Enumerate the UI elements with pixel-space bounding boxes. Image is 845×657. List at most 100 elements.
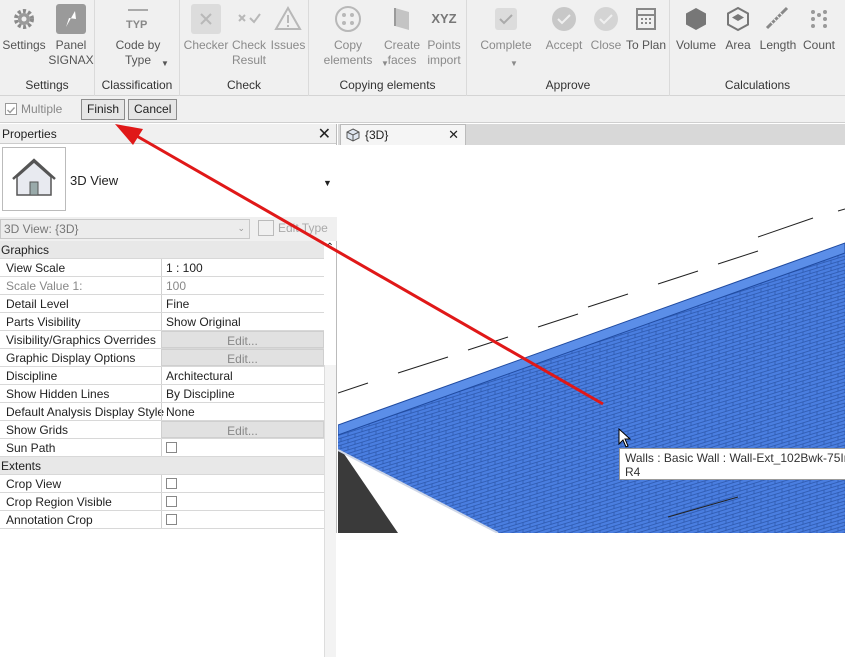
property-group-header[interactable]: Extents⌃: [0, 457, 334, 475]
edit-button[interactable]: Edit...: [161, 331, 324, 348]
chevron-down-icon: ▼: [161, 59, 169, 68]
length-button[interactable]: Length: [756, 4, 800, 53]
collapse-icon[interactable]: ⌃: [326, 242, 334, 253]
complete-button[interactable]: Complete ▼: [475, 4, 537, 68]
gear-icon: [9, 4, 39, 34]
property-row: Annotation Crop: [0, 511, 324, 529]
properties-title: Properties: [2, 127, 57, 141]
multiple-checkbox[interactable]: [5, 103, 17, 115]
property-row: Discipline Architectural: [0, 367, 324, 385]
group-label: Graphics: [1, 243, 50, 257]
view-instance-selector: 3D View: {3D} ⌄ Edit Type: [0, 217, 337, 241]
property-value[interactable]: Fine: [161, 295, 324, 312]
property-value[interactable]: 1 : 100: [161, 259, 324, 276]
properties-scrollbar[interactable]: [324, 365, 336, 657]
property-row: Parts Visibility Show Original: [0, 313, 324, 331]
property-value[interactable]: None: [161, 403, 324, 420]
checkbox-cell[interactable]: [161, 439, 324, 456]
property-label: Crop Region Visible: [6, 495, 112, 509]
settings-button[interactable]: Settings: [2, 4, 46, 53]
property-row: Default Analysis Display Style None: [0, 403, 324, 421]
property-label: Crop View: [6, 477, 62, 491]
typ-code-icon: TYP: [123, 4, 153, 34]
panel-check: Checker Check Result Issues Check: [180, 0, 309, 96]
property-value[interactable]: By Discipline: [161, 385, 324, 402]
property-row: View Scale 1 : 100: [0, 259, 324, 277]
properties-palette: Properties ✕ 3D View ▼ 3D View: {3D} ⌄ E…: [0, 124, 337, 657]
create-faces-button[interactable]: Create faces: [381, 4, 423, 68]
close-icon[interactable]: ✕: [448, 127, 459, 143]
property-label: View Scale: [6, 261, 66, 275]
panel-title-check: Check: [226, 78, 261, 92]
property-group-header[interactable]: Graphics ⌃: [0, 241, 334, 259]
edit-type-button[interactable]: Edit Type: [256, 219, 328, 239]
edit-button[interactable]: Edit...: [161, 349, 324, 366]
checkbox-cell[interactable]: [161, 475, 324, 492]
chevron-down-icon: ▼: [510, 59, 518, 68]
property-row: Detail Level Fine: [0, 295, 324, 313]
properties-header: Properties ✕: [0, 124, 336, 144]
property-label: Discipline: [6, 369, 58, 383]
to-plan-button[interactable]: To Plan: [625, 4, 667, 53]
copy-elements-button[interactable]: Copy elements ▼: [317, 4, 389, 68]
area-icon: [723, 4, 753, 34]
property-row: Crop View: [0, 475, 324, 493]
count-icon: [804, 4, 834, 34]
property-checkbox[interactable]: [166, 496, 177, 507]
property-label: Scale Value 1:: [6, 279, 83, 293]
property-row: Visibility/Graphics Overrides Edit...: [0, 331, 324, 349]
signax-panel-icon: [56, 4, 86, 34]
finish-button[interactable]: Finish: [81, 99, 126, 120]
close-icon[interactable]: ✕: [318, 124, 331, 144]
view-dropdown[interactable]: 3D View: {3D} ⌄: [0, 219, 250, 239]
points-import-button[interactable]: XYZ Points import: [423, 4, 465, 68]
element-tooltip: Walls : Basic Wall : Wall-Ext_102Bwk-75I…: [619, 448, 845, 480]
accept-button[interactable]: Accept: [541, 4, 587, 53]
checkbox-cell[interactable]: [161, 493, 324, 510]
volume-button[interactable]: Volume: [673, 4, 719, 53]
panel-classification: TYP Code by Type ▼ Classification: [95, 0, 180, 96]
volume-icon: [681, 4, 711, 34]
panel-settings: Settings Panel SIGNAX Settings: [0, 0, 95, 96]
view-tab-bar: {3D} ✕: [338, 124, 845, 145]
cancel-button[interactable]: Cancel: [128, 99, 178, 120]
property-checkbox[interactable]: [166, 478, 177, 489]
close-approve-icon: [591, 4, 621, 34]
panel-title-calculations: Calculations: [724, 78, 791, 92]
check-result-button[interactable]: Check Result: [228, 4, 270, 68]
property-value[interactable]: Architectural: [161, 367, 324, 384]
type-name: 3D View: [70, 173, 119, 188]
property-label: Default Analysis Display Style: [6, 405, 165, 419]
code-by-type-button[interactable]: TYP Code by Type ▼: [105, 4, 171, 68]
issues-button[interactable]: Issues: [268, 4, 308, 53]
property-row: Graphic Display Options Edit...: [0, 349, 324, 367]
copy-elements-icon: [333, 4, 363, 34]
area-button[interactable]: Area: [718, 4, 758, 53]
create-faces-icon: [387, 4, 417, 34]
mouse-cursor-icon: [618, 428, 632, 448]
property-checkbox[interactable]: [166, 514, 177, 525]
chevron-down-icon[interactable]: ▼: [323, 178, 332, 188]
property-label: Graphic Display Options: [6, 351, 136, 365]
panel-title-settings: Settings: [25, 78, 69, 92]
property-checkbox[interactable]: [166, 442, 177, 453]
property-label: Sun Path: [6, 441, 56, 455]
property-row: Sun Path: [0, 439, 324, 457]
checkbox-cell[interactable]: [161, 511, 324, 528]
checker-icon: [191, 4, 221, 34]
count-button[interactable]: Count: [798, 4, 840, 53]
checker-button[interactable]: Checker: [183, 4, 229, 53]
close-approve-button[interactable]: Close: [585, 4, 627, 53]
edit-button[interactable]: Edit...: [161, 421, 324, 438]
ribbon: Settings Panel SIGNAX Settings TYP Code …: [0, 0, 845, 96]
property-label: Visibility/Graphics Overrides: [6, 333, 156, 347]
panel-signax-button[interactable]: Panel SIGNAX: [48, 4, 94, 68]
panel-title-copying-elements: Copying elements: [339, 78, 436, 92]
property-label: Detail Level: [6, 297, 69, 311]
complete-icon: [491, 4, 521, 34]
panel-approve: Complete ▼ Accept Close To Plan Approve: [467, 0, 670, 96]
xyz-icon: XYZ: [431, 11, 457, 26]
tab-3d-view[interactable]: {3D} ✕: [340, 124, 466, 145]
chevron-down-icon: ⌄: [237, 223, 245, 233]
property-value[interactable]: Show Original: [161, 313, 324, 330]
